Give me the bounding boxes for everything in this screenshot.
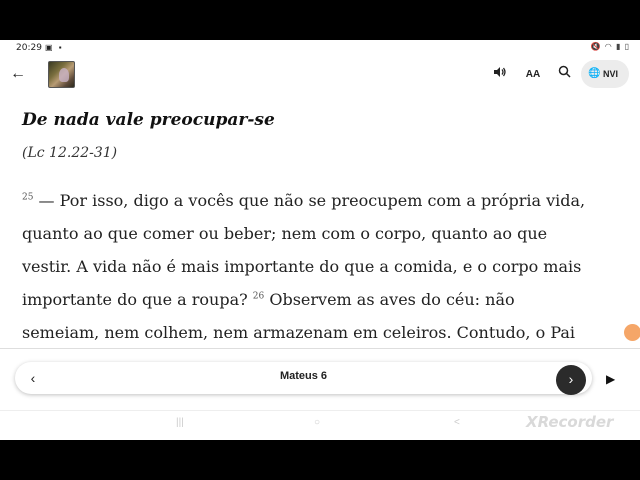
font-size-button[interactable]: AA — [523, 65, 543, 85]
verse-line-2: quanto ao que comer ou beber; nem com o … — [22, 224, 548, 243]
back-button[interactable]: ← — [8, 64, 28, 84]
cross-reference[interactable]: (Lc 12.22-31) — [22, 145, 117, 161]
chapter-title[interactable]: Mateus 6 — [15, 370, 592, 382]
back-nav-icon[interactable]: < — [454, 417, 460, 428]
scroll-handle[interactable] — [624, 324, 640, 341]
search-icon — [558, 65, 571, 78]
verse-number-25: 25 — [22, 192, 34, 203]
verse-line-4b: Observem as aves do céu: não — [269, 290, 515, 309]
status-time: 20:29 — [16, 43, 42, 53]
content-divider — [0, 348, 640, 349]
audio-button[interactable] — [491, 65, 509, 85]
app-bar: ← AA 🌐 NVI — [0, 56, 640, 94]
chapter-navigation-bar: ‹ Mateus 6 — [15, 362, 592, 394]
app-screen: 20:29 ▣ ▪ 🔇 ◠ ▮ ▯ ← AA 🌐 NVI De nada val… — [0, 40, 640, 440]
reading-content[interactable]: De nada vale preocupar-se (Lc 12.22-31) … — [0, 94, 640, 350]
arrow-left-icon: ← — [10, 65, 26, 82]
section-heading: De nada vale preocupar-se — [22, 110, 275, 130]
verse-number-26: 26 — [252, 291, 265, 302]
home-nav-icon[interactable]: ○ — [314, 417, 320, 428]
search-button[interactable] — [555, 65, 573, 85]
globe-icon: 🌐 — [588, 68, 601, 79]
plan-thumbnail[interactable] — [48, 61, 75, 88]
status-notification-icons: ▣ ▪ — [45, 43, 64, 52]
verse-line-5: semeiam, nem colhem, nem armazenam em ce… — [22, 323, 576, 342]
recorder-watermark: XRecorder — [526, 413, 614, 431]
version-label: NVI — [603, 69, 619, 79]
play-audio-button[interactable]: ▶ — [606, 369, 622, 389]
font-size-label: AA — [525, 69, 541, 80]
thumbnail-figure — [59, 68, 69, 82]
verse-line-4a: importante do que a roupa? — [22, 290, 248, 309]
verse-line-3: vestir. A vida não é mais importante do … — [22, 257, 582, 276]
verse-line-1: — Por isso, digo a vocês que não se preo… — [38, 191, 586, 210]
chevron-right-icon: › — [568, 371, 574, 387]
version-selector[interactable]: 🌐 NVI — [581, 60, 629, 88]
verse-line: importante do que a roupa? 26 Observem a… — [22, 283, 622, 316]
next-chapter-button[interactable]: › — [556, 365, 586, 395]
play-icon: ▶ — [606, 372, 616, 386]
verse-line: 25 — Por isso, digo a vocês que não se p… — [22, 184, 622, 217]
status-system-icons: 🔇 ◠ ▮ ▯ — [590, 42, 630, 51]
recents-nav-icon[interactable]: ||| — [176, 417, 184, 428]
status-bar: 20:29 ▣ ▪ 🔇 ◠ ▮ ▯ — [0, 40, 640, 56]
verse-text[interactable]: 25 — Por isso, digo a vocês que não se p… — [22, 184, 622, 349]
speaker-icon — [494, 67, 506, 77]
